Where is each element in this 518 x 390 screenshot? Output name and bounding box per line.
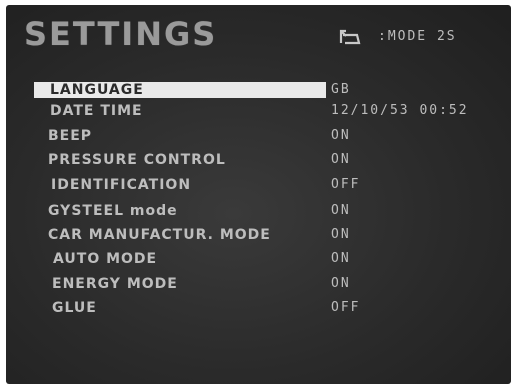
setting-label: CAR MANUFACTUR. MODE [48, 227, 271, 243]
setting-value: ON [331, 203, 351, 218]
setting-row-auto-mode[interactable]: AUTO MODE ON [6, 249, 511, 269]
setting-value: GB [331, 82, 351, 97]
setting-label: LANGUAGE [50, 82, 144, 98]
setting-label: BEEP [48, 128, 93, 144]
setting-row-gysteel-mode[interactable]: GYSTEEL mode ON [6, 201, 511, 221]
setting-row-car-manufacturer-mode[interactable]: CAR MANUFACTUR. MODE ON [6, 225, 511, 245]
setting-label: DATE TIME [50, 103, 143, 119]
setting-value: ON [331, 276, 351, 291]
setting-label: PRESSURE CONTROL [48, 152, 226, 168]
mode-indicator: :MODE 2S [378, 29, 457, 44]
setting-label: AUTO MODE [53, 251, 158, 267]
setting-row-identification[interactable]: IDENTIFICATION OFF [6, 175, 511, 195]
page-title: SETTINGS [24, 15, 218, 53]
setting-label: ENERGY MODE [52, 276, 178, 292]
setting-value: OFF [331, 177, 361, 192]
settings-screen: SETTINGS :MODE 2S LANGUAGE GB DATE TIME … [6, 5, 511, 384]
setting-label: IDENTIFICATION [51, 177, 192, 193]
setting-label: GLUE [52, 300, 97, 316]
mode-arrow-icon [339, 29, 361, 45]
setting-row-glue[interactable]: GLUE OFF [6, 298, 511, 318]
setting-row-beep[interactable]: BEEP ON [6, 126, 511, 146]
setting-label: GYSTEEL mode [48, 203, 178, 219]
setting-value: 12/10/53 00:52 [331, 103, 469, 118]
setting-row-energy-mode[interactable]: ENERGY MODE ON [6, 274, 511, 294]
setting-row-language[interactable]: LANGUAGE GB [6, 82, 511, 102]
setting-value: ON [331, 227, 351, 242]
setting-row-pressure-control[interactable]: PRESSURE CONTROL ON [6, 150, 511, 170]
setting-value: OFF [331, 300, 361, 315]
setting-row-date-time[interactable]: DATE TIME 12/10/53 00:52 [6, 101, 511, 121]
setting-value: ON [331, 251, 351, 266]
setting-value: ON [331, 128, 351, 143]
setting-value: ON [331, 152, 351, 167]
